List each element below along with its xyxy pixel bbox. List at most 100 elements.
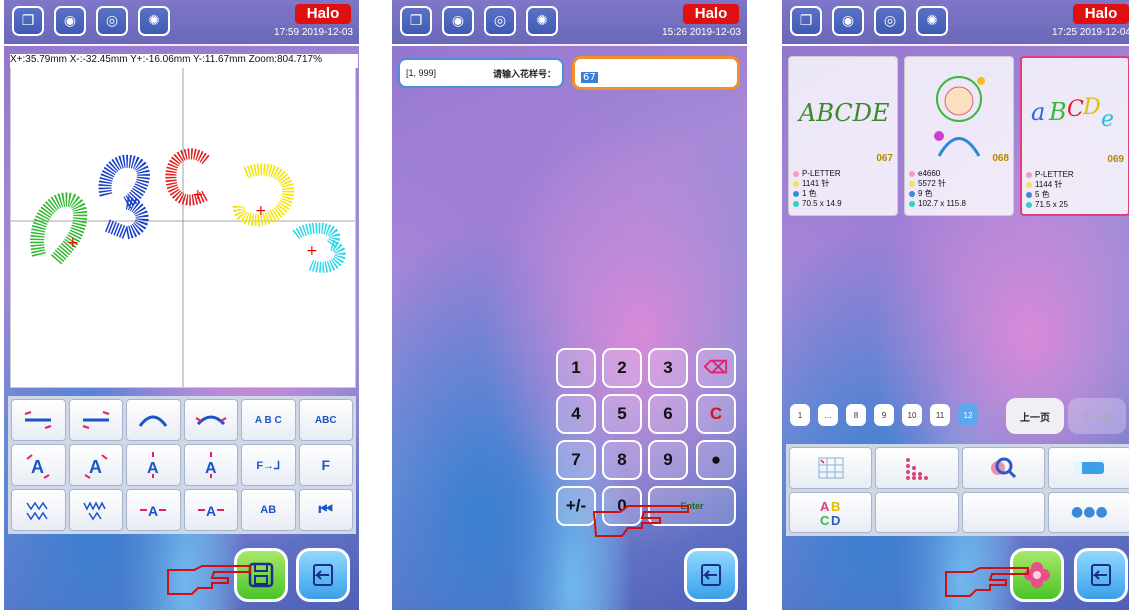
copy-button[interactable]: ❐ — [400, 6, 432, 36]
rotate-left-icon: A — [26, 454, 50, 479]
svg-text:C: C — [1067, 97, 1084, 122]
function-grid: ABCD ●●● — [786, 444, 1129, 536]
svg-text:C: C — [820, 513, 830, 527]
exit-button[interactable] — [1074, 548, 1128, 602]
arc-down-button[interactable] — [183, 399, 238, 441]
backspace-key[interactable]: ⌫ — [696, 348, 736, 388]
spacing-increase-button[interactable]: A B C — [241, 399, 296, 441]
top-bar: ❐ ◉ ◎ ✺ Halo 17:59 2019-12-03 — [4, 0, 359, 44]
grid-view-button[interactable] — [789, 447, 873, 489]
mirror-vertical-button[interactable]: F — [298, 444, 353, 486]
hand-pointer-icon — [167, 565, 251, 595]
pattern-name: P-LETTER — [1035, 170, 1074, 179]
break-line-button[interactable]: AB — [241, 489, 296, 531]
exit-button[interactable] — [296, 548, 350, 602]
arc-left-icon — [24, 411, 52, 429]
size-dot — [909, 201, 915, 207]
key-5[interactable]: 5 — [602, 394, 642, 434]
svg-text:B: B — [1048, 98, 1067, 126]
coordinate-readout: X+:35.79mm X-:-32.45mm Y+:-16.06mm Y-:11… — [10, 54, 358, 68]
exit-icon — [313, 564, 333, 586]
page-10[interactable]: 10 — [902, 404, 922, 426]
key-1[interactable]: 1 — [556, 348, 596, 388]
move-out-button[interactable]: A — [183, 489, 238, 531]
move-in-button[interactable]: A — [126, 489, 181, 531]
empty-slot — [961, 491, 1045, 533]
stitch-dots-button[interactable] — [875, 447, 959, 489]
pattern-card-069[interactable]: aBCDe 069 P-LETTER 1144 针 5 色 71.5 x 25 — [1020, 56, 1129, 216]
svg-text:D: D — [1082, 95, 1101, 120]
stretch-vertical-button[interactable]: A — [126, 444, 181, 486]
spacing-decrease-button[interactable]: ABC — [298, 399, 353, 441]
arc-up-button[interactable] — [126, 399, 181, 441]
shrink-vertical-button[interactable]: A — [183, 444, 238, 486]
pattern-stitches: 1144 针 — [1035, 180, 1063, 189]
edit-tool-grid: A B C ABC A A A A F→⅃ F A A AB ⏮ — [8, 396, 356, 534]
text-pattern-button[interactable]: ABCD — [789, 491, 873, 533]
key-9[interactable]: 9 — [648, 440, 688, 480]
spool-button[interactable]: ◉ — [442, 6, 474, 36]
key-2[interactable]: 2 — [602, 348, 642, 388]
next-page-button[interactable]: 下一页 — [1068, 398, 1126, 434]
more-button[interactable]: ●●● — [1047, 491, 1129, 533]
rotate-right-button[interactable]: A — [68, 444, 123, 486]
copy-icon: ❐ — [409, 13, 423, 29]
speed-button[interactable]: ◎ — [484, 6, 516, 36]
speed-button[interactable]: ◎ — [96, 6, 128, 36]
exit-button[interactable] — [684, 548, 738, 602]
pattern-name: P-LETTER — [802, 169, 841, 178]
page-8[interactable]: 8 — [846, 404, 866, 426]
move-out-icon: A — [197, 503, 224, 519]
svg-text:a: a — [1031, 98, 1045, 126]
copy-button[interactable]: ❐ — [12, 6, 44, 36]
svg-text:+: + — [255, 203, 267, 219]
key-8[interactable]: 8 — [602, 440, 642, 480]
speed-icon: ◎ — [105, 13, 119, 29]
exit-icon — [1091, 564, 1111, 586]
key-3[interactable]: 3 — [648, 348, 688, 388]
pattern-canvas[interactable]: + + + + — [10, 54, 356, 388]
pattern-preview — [905, 57, 1013, 165]
halo-logo: Halo — [683, 4, 739, 24]
key-6[interactable]: 6 — [648, 394, 688, 434]
top-bar: ❐ ◉ ◎ ✺ Halo 17:25 2019-12-04 — [782, 0, 1129, 44]
dot-key[interactable]: ● — [696, 440, 736, 480]
pattern-card-067[interactable]: ABCDE 067 P-LETTER 1141 针 1 色 70.5 x 14.… — [788, 56, 898, 216]
light-button[interactable]: ✺ — [526, 6, 558, 36]
spool-icon: ◉ — [841, 13, 855, 29]
sign-key[interactable]: +/- — [556, 486, 596, 526]
zoom-preview-button[interactable] — [961, 447, 1045, 489]
page-1[interactable]: 1 — [790, 404, 810, 426]
page-11[interactable]: 11 — [930, 404, 950, 426]
copy-button[interactable]: ❐ — [790, 6, 822, 36]
prev-page-button[interactable]: 上一页 — [1006, 398, 1064, 434]
page-12-current[interactable]: 12 — [958, 404, 978, 426]
mirror-horizontal-button[interactable]: F→⅃ — [241, 444, 296, 486]
top-bar: ❐ ◉ ◎ ✺ Halo 15:26 2019-12-03 — [392, 0, 747, 44]
pattern-number-input[interactable]: 67 — [572, 56, 740, 90]
key-4[interactable]: 4 — [556, 394, 596, 434]
light-button[interactable]: ✺ — [916, 6, 948, 36]
spool-button[interactable]: ◉ — [54, 6, 86, 36]
color-dot — [793, 191, 799, 197]
thread-color-button[interactable] — [1047, 447, 1129, 489]
arc-right-button[interactable] — [68, 399, 123, 441]
rotate-left-button[interactable]: A — [11, 444, 66, 486]
panel-pattern-list: ❐ ◉ ◎ ✺ Halo 17:25 2019-12-04 ABCDE 067 … — [782, 0, 1129, 610]
speed-button[interactable]: ◎ — [874, 6, 906, 36]
spool-button[interactable]: ◉ — [832, 6, 864, 36]
clear-key[interactable]: C — [696, 394, 736, 434]
light-button[interactable]: ✺ — [138, 6, 170, 36]
halo-logo: Halo — [295, 4, 351, 24]
page-9[interactable]: 9 — [874, 404, 894, 426]
stitch-dot — [793, 181, 799, 187]
key-7[interactable]: 7 — [556, 440, 596, 480]
pattern-card-068[interactable]: 068 e4660 5572 针 9 色 102.7 x 115.8 — [904, 56, 1014, 216]
go-start-button[interactable]: ⏮ — [298, 489, 353, 531]
page-ellipsis[interactable]: ... — [818, 404, 838, 426]
zigzag-narrow-button[interactable] — [68, 489, 123, 531]
stitch-dot — [909, 181, 915, 187]
zigzag-wide-button[interactable] — [11, 489, 66, 531]
arc-left-button[interactable] — [11, 399, 66, 441]
range-text: [1, 999] — [406, 68, 437, 78]
